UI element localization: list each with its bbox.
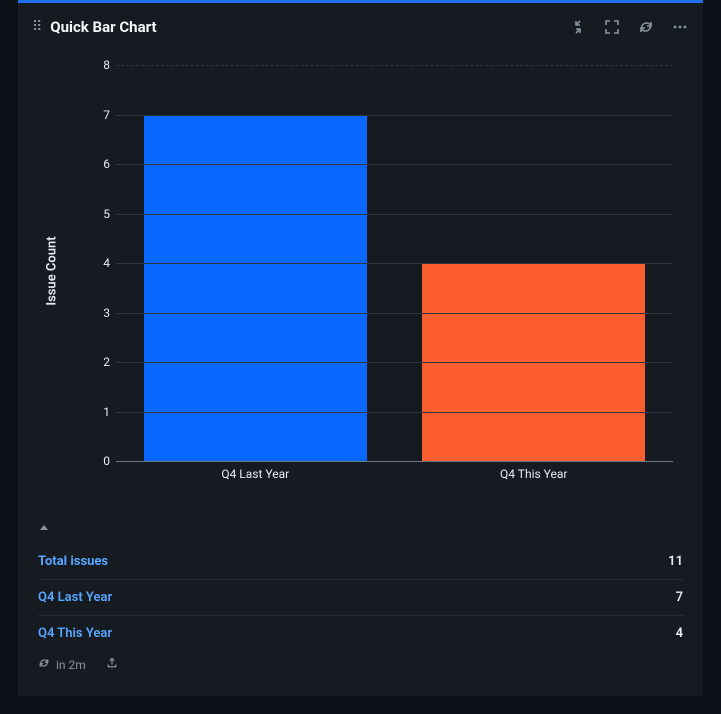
collapse-icon[interactable]	[569, 18, 587, 36]
chart-area: Issue Count Q4 Last YearQ4 This Year 012…	[38, 51, 683, 491]
gridline	[116, 65, 673, 66]
summary-row-value: 7	[676, 590, 683, 605]
y-tick-label: 1	[94, 405, 110, 419]
y-tick-label: 2	[94, 355, 110, 369]
panel-footer: in 2m	[38, 657, 683, 672]
x-tick-label: Q4 Last Year	[221, 467, 289, 481]
refresh-icon[interactable]	[637, 18, 655, 36]
refresh-small-icon[interactable]	[38, 657, 50, 672]
gridline	[116, 362, 673, 363]
gridline	[116, 214, 673, 215]
summary-total-label: Total issues	[38, 554, 108, 569]
gridline	[116, 313, 673, 314]
chart-plot: Q4 Last YearQ4 This Year 012345678	[116, 65, 673, 461]
panel-header: ⠿ Quick Bar Chart	[18, 3, 703, 51]
y-tick-label: 7	[94, 108, 110, 122]
y-tick-label: 5	[94, 207, 110, 221]
drag-handle-icon[interactable]: ⠿	[32, 20, 42, 34]
y-tick-label: 8	[94, 58, 110, 72]
summary-row-label: Q4 This Year	[38, 626, 112, 641]
y-axis-label: Issue Count	[45, 236, 60, 305]
gridline	[116, 461, 673, 462]
collapse-summary-icon[interactable]	[38, 519, 683, 538]
summary-row: Q4 Last Year 7	[38, 580, 683, 616]
y-tick-label: 0	[94, 454, 110, 468]
summary-total-row: Total issues 11	[38, 544, 683, 580]
fullscreen-icon[interactable]	[603, 18, 621, 36]
y-tick-label: 3	[94, 306, 110, 320]
panel-actions	[569, 18, 689, 36]
summary-row-value: 4	[676, 626, 683, 641]
panel-title: Quick Bar Chart	[50, 18, 569, 36]
refresh-countdown: in 2m	[56, 658, 86, 672]
more-icon[interactable]	[671, 18, 689, 36]
summary-table: Total issues 11 Q4 Last Year 7 Q4 This Y…	[38, 544, 683, 651]
summary-row-label: Q4 Last Year	[38, 590, 112, 605]
gridline	[116, 263, 673, 264]
y-tick-label: 6	[94, 157, 110, 171]
summary-total-value: 11	[668, 554, 683, 569]
y-tick-label: 4	[94, 256, 110, 270]
share-icon[interactable]	[106, 657, 118, 672]
gridline	[116, 164, 673, 165]
summary-row: Q4 This Year 4	[38, 616, 683, 651]
chart-bar[interactable]	[144, 115, 367, 462]
gridline	[116, 412, 673, 413]
gridline	[116, 115, 673, 116]
chart-panel: ⠿ Quick Bar Chart	[18, 0, 703, 696]
x-tick-label: Q4 This Year	[500, 467, 567, 481]
